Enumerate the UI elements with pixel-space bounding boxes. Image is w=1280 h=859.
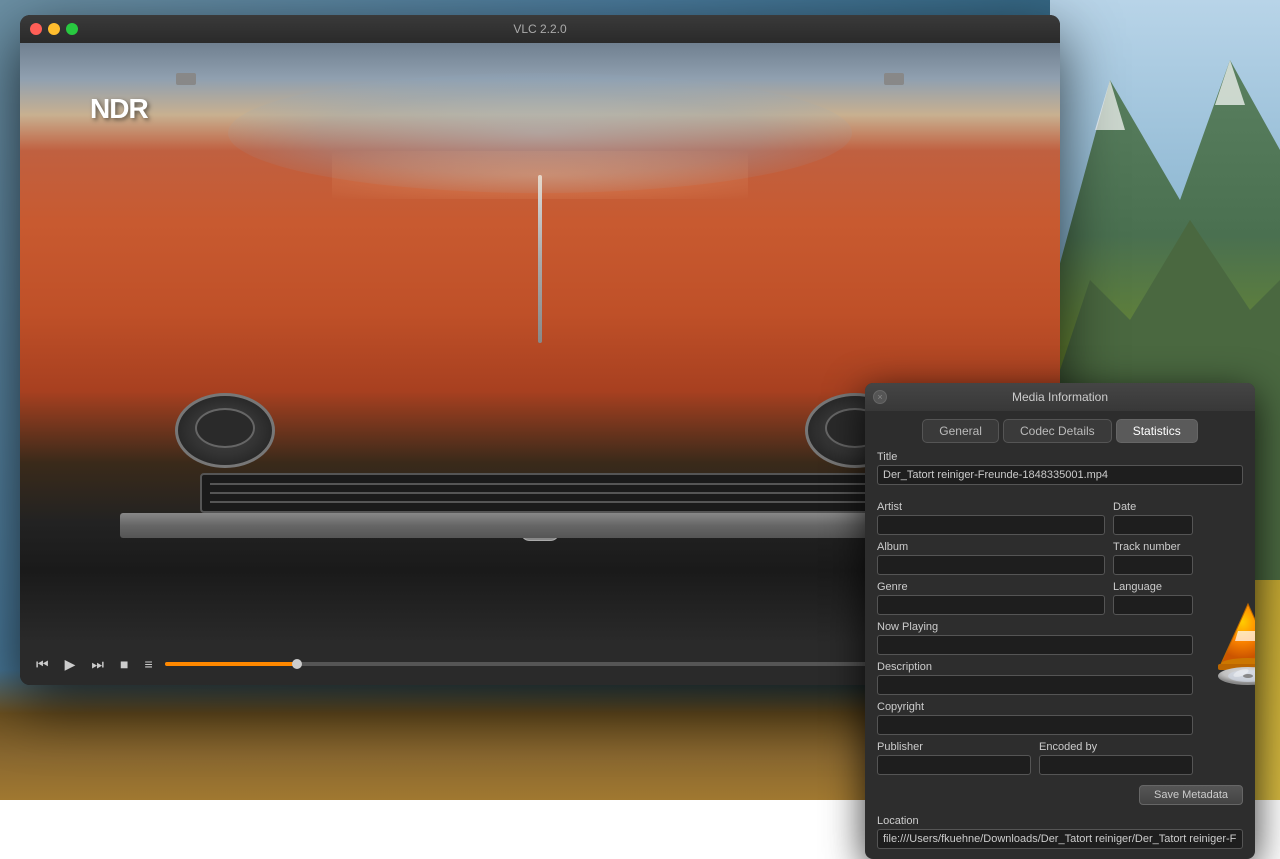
track-number-label: Track number bbox=[1113, 541, 1193, 553]
copyright-row: Copyright bbox=[877, 701, 1193, 735]
description-row: Description bbox=[877, 661, 1193, 695]
fast-forward-button[interactable]: ⏭ bbox=[87, 654, 108, 675]
panel-body: Artist Date Album Track number bbox=[865, 501, 1255, 781]
track-number-field: Track number bbox=[1113, 541, 1193, 575]
description-input[interactable] bbox=[877, 675, 1193, 695]
rewind-button[interactable]: ⏮ bbox=[32, 654, 53, 675]
ndr-logo: NDR bbox=[90, 93, 148, 125]
location-label: Location bbox=[877, 815, 1243, 827]
publisher-encoded-row: Publisher Encoded by bbox=[877, 741, 1193, 775]
date-input[interactable] bbox=[1113, 515, 1193, 535]
album-label: Album bbox=[877, 541, 1105, 553]
progress-filled bbox=[165, 662, 298, 666]
vlc-window-title: VLC 2.2.0 bbox=[513, 22, 566, 36]
title-label: Title bbox=[877, 451, 1243, 463]
genre-input[interactable] bbox=[877, 595, 1105, 615]
now-playing-label: Now Playing bbox=[877, 621, 1193, 633]
artist-input[interactable] bbox=[877, 515, 1105, 535]
play-button[interactable]: ▶ bbox=[61, 654, 80, 675]
panel-close-button[interactable]: × bbox=[873, 390, 887, 404]
artist-date-row: Artist Date bbox=[877, 501, 1193, 535]
location-input[interactable] bbox=[877, 829, 1243, 849]
now-playing-row: Now Playing bbox=[877, 621, 1193, 655]
progress-handle[interactable] bbox=[292, 659, 302, 669]
tab-general[interactable]: General bbox=[922, 419, 999, 443]
language-label: Language bbox=[1113, 581, 1193, 593]
artist-label: Artist bbox=[877, 501, 1105, 513]
stop-button[interactable]: ■ bbox=[116, 654, 132, 674]
window-controls bbox=[30, 23, 78, 35]
description-field: Description bbox=[877, 661, 1193, 695]
panel-tabs: General Codec Details Statistics bbox=[865, 411, 1255, 451]
vlc-titlebar: VLC 2.2.0 bbox=[20, 15, 1060, 43]
save-metadata-button[interactable]: Save Metadata bbox=[1139, 785, 1243, 805]
genre-label: Genre bbox=[877, 581, 1105, 593]
media-info-panel: × Media Information General Codec Detail… bbox=[865, 383, 1255, 859]
language-field: Language bbox=[1113, 581, 1193, 615]
album-input[interactable] bbox=[877, 555, 1105, 575]
panel-fields: Artist Date Album Track number bbox=[877, 501, 1193, 781]
description-label: Description bbox=[877, 661, 1193, 673]
publisher-label: Publisher bbox=[877, 741, 1031, 753]
copyright-field: Copyright bbox=[877, 701, 1193, 735]
publisher-input[interactable] bbox=[877, 755, 1031, 775]
tab-codec-details[interactable]: Codec Details bbox=[1003, 419, 1112, 443]
publisher-field: Publisher bbox=[877, 741, 1031, 775]
encoded-by-field: Encoded by bbox=[1039, 741, 1193, 775]
maximize-button[interactable] bbox=[66, 23, 78, 35]
date-label: Date bbox=[1113, 501, 1193, 513]
playlist-button[interactable]: ≡ bbox=[140, 654, 156, 674]
now-playing-field: Now Playing bbox=[877, 621, 1193, 655]
artist-field: Artist bbox=[877, 501, 1105, 535]
vlc-logo-area bbox=[1203, 501, 1255, 781]
minimize-button[interactable] bbox=[48, 23, 60, 35]
genre-field: Genre bbox=[877, 581, 1105, 615]
copyright-input[interactable] bbox=[877, 715, 1193, 735]
encoded-by-input[interactable] bbox=[1039, 755, 1193, 775]
panel-title: Media Information bbox=[1012, 390, 1108, 404]
save-button-row: Save Metadata bbox=[865, 781, 1255, 811]
track-number-input[interactable] bbox=[1113, 555, 1193, 575]
tab-statistics[interactable]: Statistics bbox=[1116, 419, 1198, 443]
panel-titlebar: × Media Information bbox=[865, 383, 1255, 411]
panel-form: Title bbox=[865, 451, 1255, 501]
title-field: Title bbox=[877, 451, 1243, 485]
title-input[interactable] bbox=[877, 465, 1243, 485]
genre-language-row: Genre Language bbox=[877, 581, 1193, 615]
location-section: Location bbox=[865, 811, 1255, 859]
now-playing-input[interactable] bbox=[877, 635, 1193, 655]
album-field: Album bbox=[877, 541, 1105, 575]
copyright-label: Copyright bbox=[877, 701, 1193, 713]
vlc-logo bbox=[1203, 596, 1255, 686]
album-track-row: Album Track number bbox=[877, 541, 1193, 575]
language-input[interactable] bbox=[1113, 595, 1193, 615]
close-button[interactable] bbox=[30, 23, 42, 35]
date-field: Date bbox=[1113, 501, 1193, 535]
encoded-by-label: Encoded by bbox=[1039, 741, 1193, 753]
